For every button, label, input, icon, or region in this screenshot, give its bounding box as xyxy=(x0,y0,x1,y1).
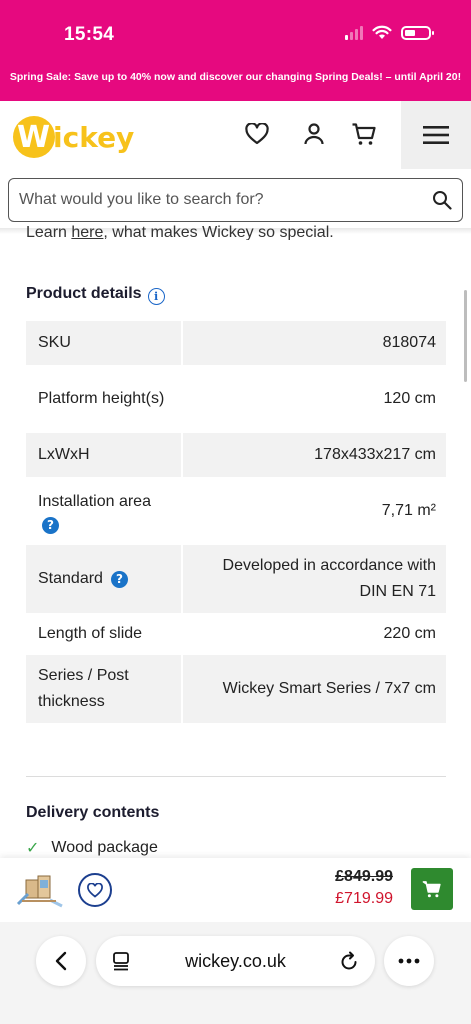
row-label: LxWxH xyxy=(26,433,181,477)
browser-toolbar: wickey.co.uk xyxy=(0,922,471,1024)
row-label: SKU xyxy=(26,321,181,365)
signal-icon xyxy=(345,25,363,40)
table-row: SKU 818074 xyxy=(26,321,446,365)
product-details-title: Product details i xyxy=(26,285,165,305)
table-row: LxWxH 178x433x217 cm xyxy=(26,433,446,477)
cart-icon[interactable] xyxy=(350,120,378,148)
intro-text: Learn here, what makes Wickey so special… xyxy=(26,224,334,240)
wifi-icon xyxy=(372,25,392,39)
wishlist-button[interactable] xyxy=(78,873,112,907)
svg-text:W: W xyxy=(17,120,50,155)
row-value: Developed in accordance with DIN EN 71 xyxy=(183,545,446,613)
back-button[interactable] xyxy=(36,936,86,986)
delivery-contents-title: Delivery contents xyxy=(26,804,160,821)
battery-icon xyxy=(401,25,434,40)
status-time: 15:54 xyxy=(64,24,115,45)
table-row: Length of slide 220 cm xyxy=(26,613,446,655)
row-label-wrap: Installation area ? xyxy=(26,477,181,545)
row-value: 818074 xyxy=(183,321,446,365)
intro-link[interactable]: here xyxy=(71,224,103,240)
sticky-buy-bar: £849.99 £719.99 xyxy=(0,858,471,922)
heart-icon xyxy=(87,882,103,898)
row-value: Wickey Smart Series / 7x7 cm xyxy=(183,655,446,723)
section-divider xyxy=(26,776,446,777)
url-text: wickey.co.uk xyxy=(185,951,286,971)
check-icon: ✓ xyxy=(26,840,40,857)
menu-icon xyxy=(423,126,449,144)
search-input[interactable] xyxy=(19,188,419,212)
scrollbar[interactable] xyxy=(464,290,467,382)
add-to-cart-button[interactable] xyxy=(411,868,453,910)
site-header: W ickey xyxy=(0,101,471,169)
back-icon xyxy=(55,951,67,971)
row-label-wrap: Standard ? xyxy=(26,545,181,613)
user-icon[interactable] xyxy=(300,120,328,148)
old-price: £849.99 xyxy=(335,868,393,885)
row-value: 120 cm xyxy=(383,390,436,407)
sale-price: £719.99 xyxy=(335,890,393,907)
row-label: Standard xyxy=(38,570,103,587)
row-value: 220 cm xyxy=(383,625,436,642)
product-details-table: SKU 818074 Platform height(s) 120 cm LxW… xyxy=(26,321,446,723)
menu-button[interactable] xyxy=(401,101,471,169)
status-icons xyxy=(345,25,434,40)
list-item: ✓ Wood package xyxy=(26,839,158,857)
reload-icon[interactable] xyxy=(339,950,359,972)
product-thumbnail[interactable] xyxy=(16,870,64,910)
wickey-logo[interactable]: W ickey xyxy=(10,113,152,164)
info-icon[interactable]: i xyxy=(147,288,165,305)
help-icon[interactable]: ? xyxy=(110,570,128,588)
address-bar[interactable]: wickey.co.uk xyxy=(96,936,375,986)
svg-text:ickey: ickey xyxy=(53,121,134,154)
promo-banner: 15:54 Spring Sale: Save up to 40% now an… xyxy=(0,0,471,101)
table-row: Installation area ? 7,71 m² xyxy=(26,477,446,545)
table-row: Standard ? Developed in accordance with … xyxy=(26,545,446,613)
row-label: Platform height(s) xyxy=(38,390,165,407)
cart-icon xyxy=(422,881,441,898)
row-label: Length of slide xyxy=(38,625,143,642)
help-icon[interactable]: ? xyxy=(42,516,59,534)
more-icon xyxy=(398,958,420,964)
row-label: Series / Post thickness xyxy=(26,655,181,723)
table-row: Platform height(s) 120 cm xyxy=(26,365,446,433)
more-button[interactable] xyxy=(384,936,434,986)
search-bar[interactable] xyxy=(8,178,463,222)
row-value: 178x433x217 cm xyxy=(183,433,446,477)
promo-text[interactable]: Spring Sale: Save up to 40% now and disc… xyxy=(0,70,471,85)
heart-icon[interactable] xyxy=(243,120,271,148)
search-icon[interactable] xyxy=(432,190,452,210)
row-label: Installation area xyxy=(38,492,151,510)
row-value: 7,71 m² xyxy=(381,502,436,519)
table-row: Series / Post thickness Wickey Smart Ser… xyxy=(26,655,446,723)
